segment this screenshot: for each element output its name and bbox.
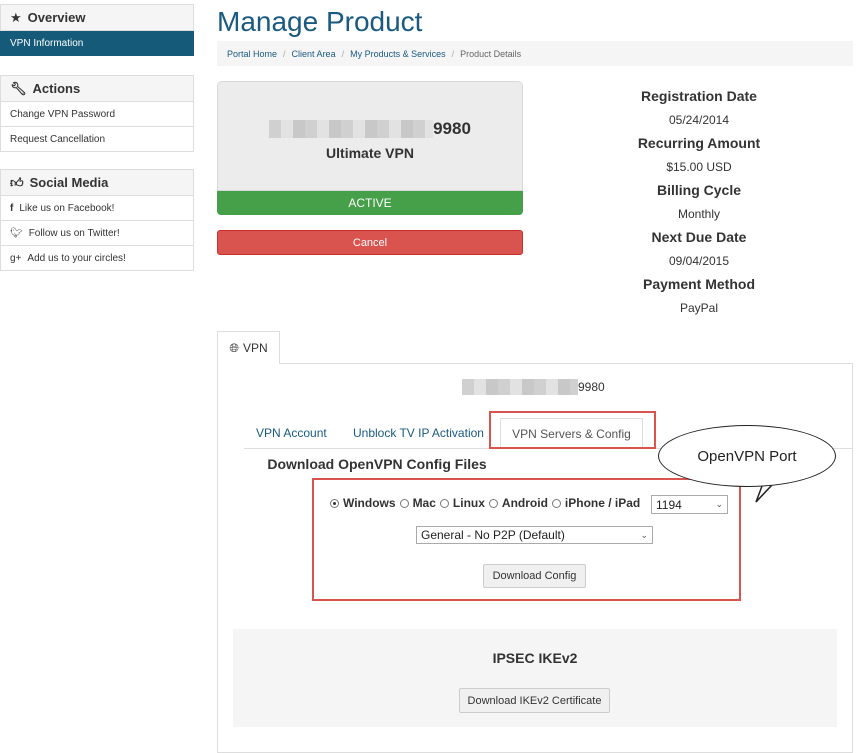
redacted-username	[269, 120, 434, 138]
overview-title: Overview	[27, 10, 86, 25]
sidebar-item-label: Like us on Facebook!	[19, 202, 115, 214]
port-value: 1194	[656, 497, 682, 512]
detail-value: 05/24/2014	[668, 113, 730, 127]
sidebar-item-google-plus[interactable]: g+ Add us to your circles!	[0, 246, 194, 271]
detail-value: Monthly	[677, 207, 721, 221]
product-name: Ultimate VPN	[326, 145, 414, 161]
vpn-username: 9980	[462, 379, 605, 395]
breadcrumb-current: Product Details	[460, 48, 522, 59]
radio-label: Android	[501, 496, 548, 510]
detail-value: $15.00 USD	[666, 160, 732, 174]
profile-select[interactable]: General - No P2P (Default) ⌄	[416, 526, 653, 544]
detail-label: Registration Date	[641, 88, 757, 104]
breadcrumb-separator: /	[451, 48, 455, 59]
subtab-unblock-tv[interactable]: Unblock TV IP Activation	[353, 426, 484, 440]
sidebar-item-change-vpn-password[interactable]: Change VPN Password	[0, 102, 194, 127]
port-select[interactable]: 1194 ⌄	[651, 495, 728, 514]
detail-label: Billing Cycle	[656, 182, 742, 198]
facebook-icon: f	[10, 202, 14, 214]
detail-label: Next Due Date	[651, 229, 747, 245]
social-title: Social Media	[29, 175, 109, 190]
twitter-icon: 🐦︎	[10, 227, 23, 239]
breadcrumb-separator: /	[283, 48, 286, 59]
actions-title: Actions	[32, 81, 81, 96]
radio-label: Mac	[412, 496, 436, 510]
social-panel-heading: 👍︎ Social Media	[0, 169, 194, 196]
redacted-username	[462, 379, 578, 395]
detail-label: Payment Method	[642, 276, 755, 292]
product-card: 9980 Ultimate VPN	[217, 81, 523, 191]
tab-vpn-label: VPN	[242, 341, 268, 355]
breadcrumb-portal-home[interactable]: Portal Home	[227, 49, 277, 59]
ipsec-section: IPSEC IKEv2 Download IKEv2 Certificate	[233, 629, 837, 727]
product-id-suffix: 9980	[433, 119, 471, 138]
radio-android[interactable]	[488, 498, 498, 508]
google-plus-icon: g+	[10, 252, 22, 264]
radio-label: Windows	[343, 496, 396, 510]
sidebar-item-facebook[interactable]: f Like us on Facebook!	[0, 196, 194, 221]
sidebar-item-label: Request Cancellation	[10, 133, 106, 145]
callout-text: OpenVPN Port	[697, 447, 797, 465]
config-heading: Download OpenVPN Config Files	[267, 456, 487, 472]
highlight-box	[489, 411, 656, 449]
detail-value: 09/04/2015	[668, 254, 730, 268]
radio-mac[interactable]	[399, 498, 409, 508]
platform-radio-group: Windows Mac Linux Android iPhone / iPad	[330, 496, 640, 510]
detail-value: PayPal	[679, 301, 719, 315]
star-icon: ★	[10, 9, 22, 25]
subtab-vpn-account[interactable]: VPN Account	[256, 426, 327, 440]
sidebar-item-label: Follow us on Twitter!	[28, 227, 120, 239]
breadcrumb-separator: /	[341, 48, 345, 59]
download-config-button[interactable]: Download Config	[483, 564, 586, 588]
cancel-button[interactable]: Cancel	[217, 230, 523, 255]
tab-vpn[interactable]: 🌐︎ VPN	[217, 331, 280, 364]
breadcrumb: Portal Home / Client Area / My Products …	[217, 41, 853, 66]
sidebar-item-label: Change VPN Password	[10, 108, 116, 120]
sidebar-item-twitter[interactable]: 🐦︎ Follow us on Twitter!	[0, 221, 194, 246]
radio-label: Linux	[452, 496, 485, 510]
radio-windows[interactable]	[330, 498, 339, 508]
status-badge: ACTIVE	[217, 191, 523, 215]
ipsec-heading: IPSEC IKEv2	[492, 650, 578, 666]
radio-iphone-ipad[interactable]	[551, 498, 561, 508]
page-title: Manage Product	[217, 6, 423, 37]
sidebar-item-request-cancellation[interactable]: Request Cancellation	[0, 127, 194, 152]
globe-icon: 🌐︎	[229, 340, 239, 355]
breadcrumb-my-products[interactable]: My Products & Services	[350, 49, 446, 59]
actions-panel-heading: 🔧︎ Actions	[0, 75, 194, 102]
breadcrumb-client-area[interactable]: Client Area	[292, 49, 336, 59]
chevron-down-icon: ⌄	[715, 499, 723, 509]
download-ikev2-button[interactable]: Download IKEv2 Certificate	[459, 688, 610, 713]
sidebar-item-label: VPN Information	[10, 37, 84, 49]
profile-value: General - No P2P (Default)	[421, 528, 565, 542]
detail-label: Recurring Amount	[637, 135, 761, 151]
radio-label: iPhone / iPad	[564, 496, 641, 510]
overview-panel-heading: ★ Overview	[0, 4, 194, 31]
thumbs-up-icon: 👍︎	[10, 174, 24, 190]
callout-bubble: OpenVPN Port	[658, 425, 836, 487]
radio-linux[interactable]	[439, 498, 449, 508]
sidebar-item-label: Add us to your circles!	[27, 252, 126, 264]
chevron-down-icon: ⌄	[640, 529, 648, 540]
username-suffix: 9980	[578, 380, 605, 394]
wrench-icon: 🔧︎	[10, 80, 27, 96]
sidebar-item-vpn-information[interactable]: VPN Information	[0, 31, 194, 56]
